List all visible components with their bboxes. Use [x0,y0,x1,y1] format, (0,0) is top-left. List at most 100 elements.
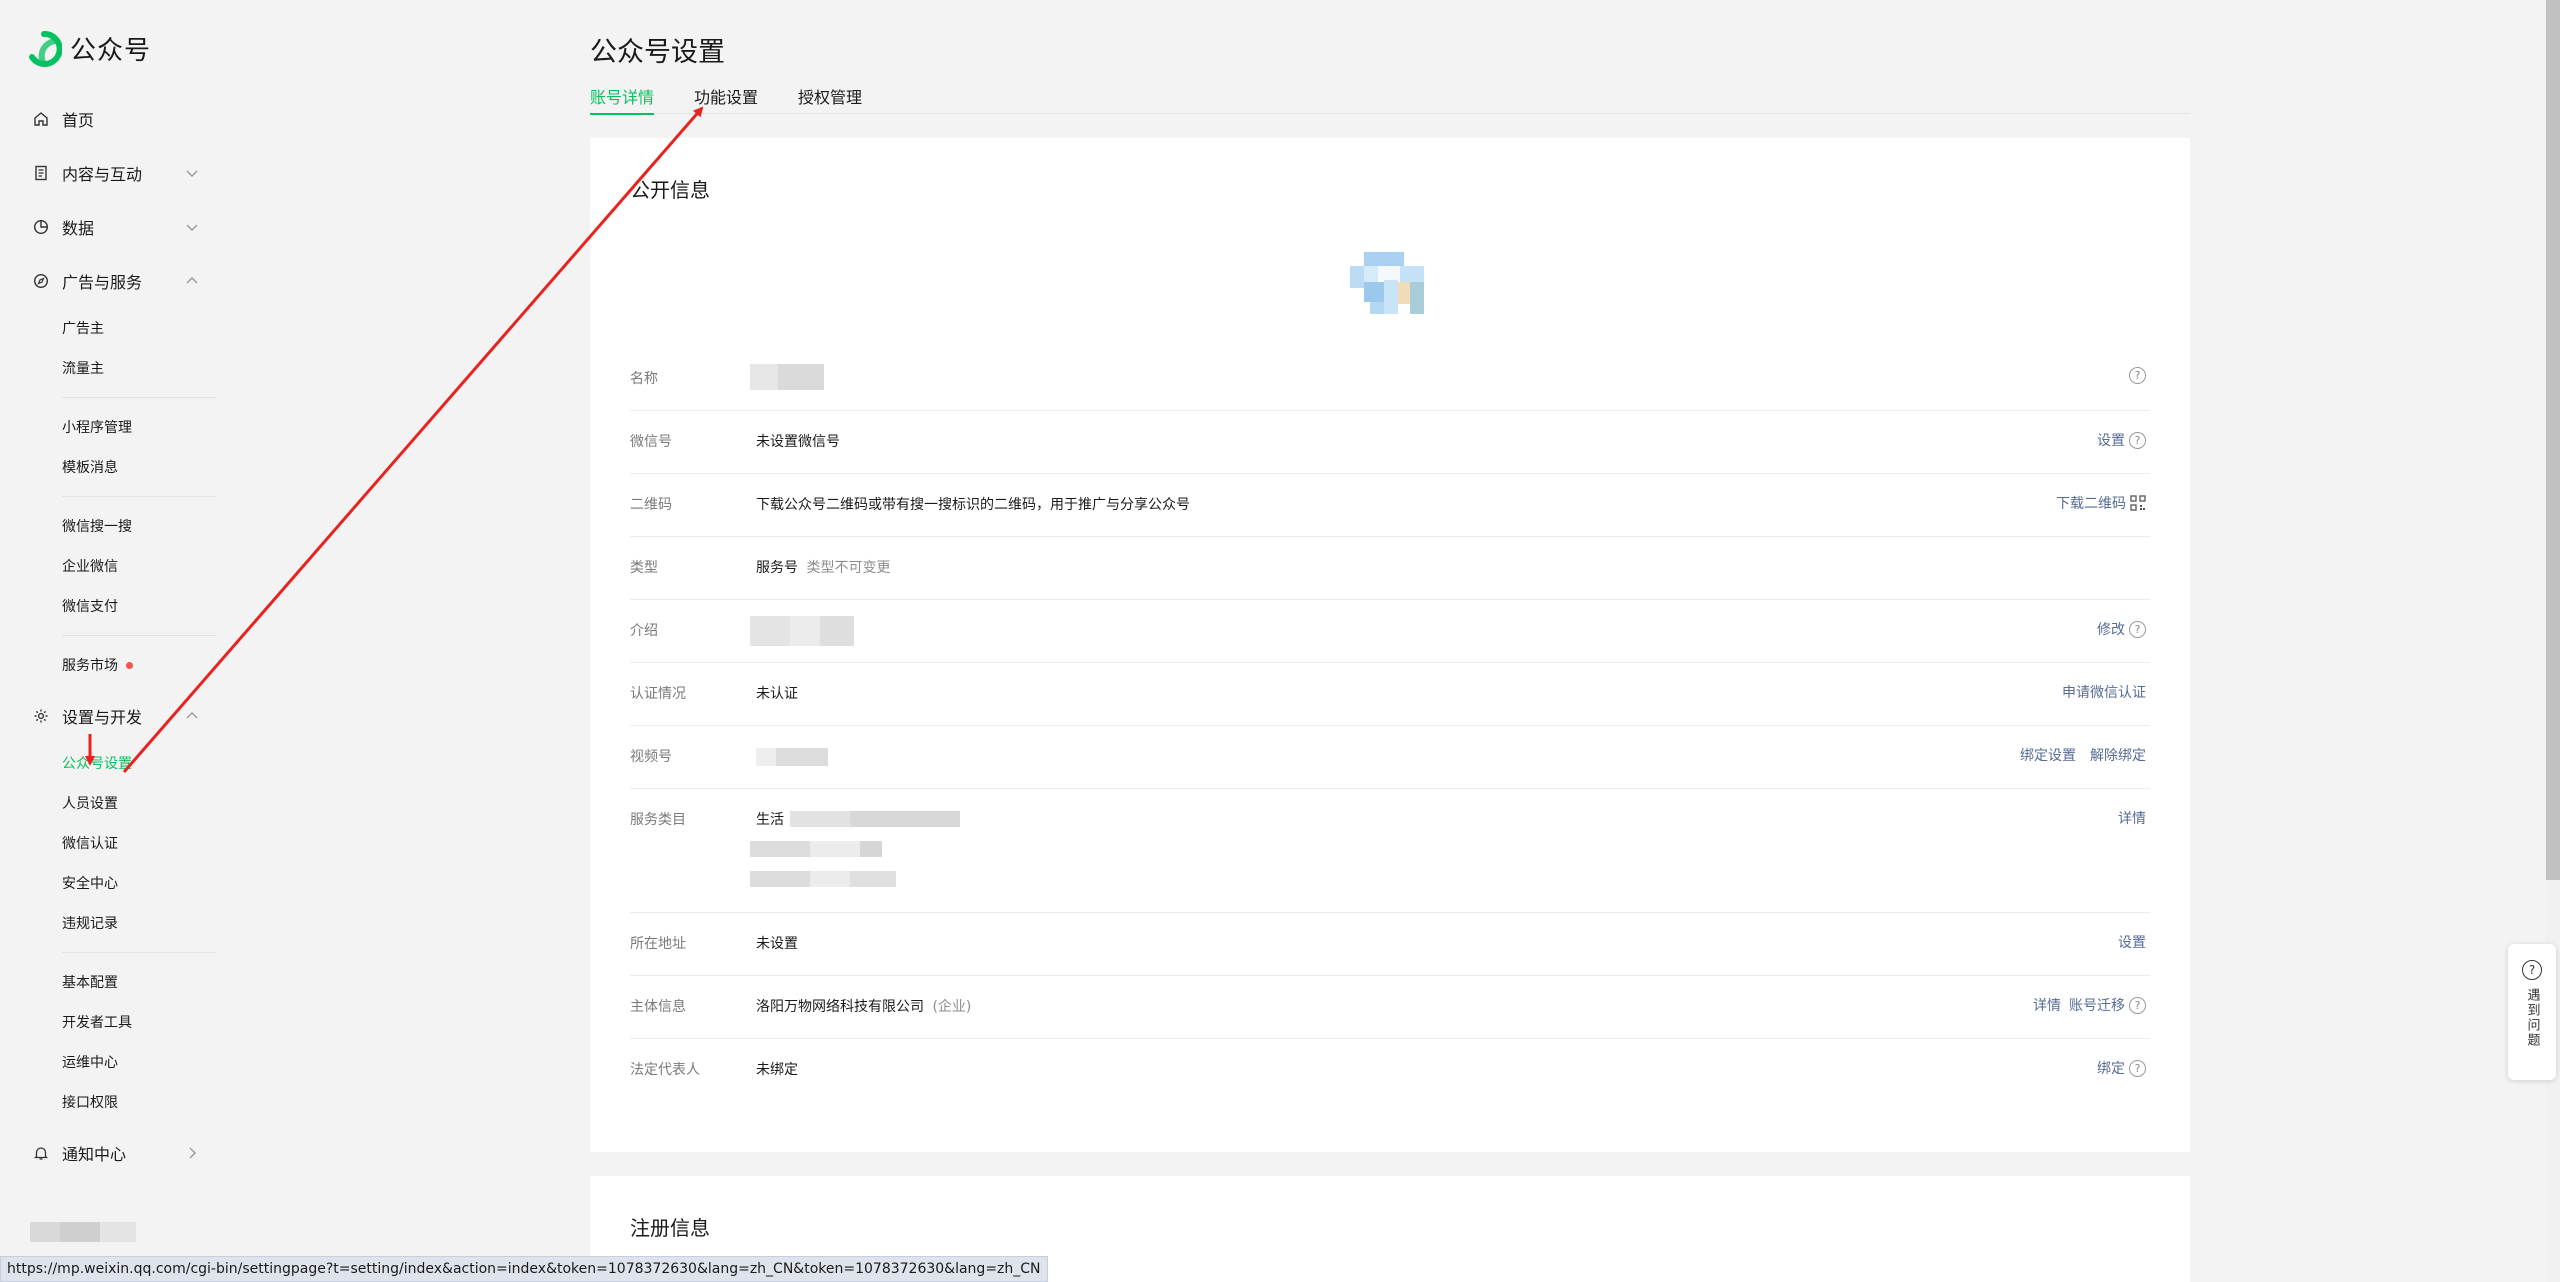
set-address-link[interactable]: 设置 [2118,932,2146,952]
page-title: 公众号设置 [590,37,725,68]
row-value: 未设置微信号 [756,434,840,450]
chevron-up-icon [186,277,198,284]
row-service-category: 服务类目 生活 详情 [630,789,2150,913]
sidebar-item-violation-records[interactable]: 违规记录 [0,903,236,943]
row-value: 下载公众号二维码或带有搜一搜标识的二维码，用于推广与分享公众号 [756,497,1190,513]
channels-unbind-link[interactable]: 解除绑定 [2090,745,2146,765]
bell-icon [32,1144,50,1162]
gear-icon [32,707,50,725]
sidebar-item-advertiser[interactable]: 广告主 [0,308,236,348]
sidebar-item-wechat-pay[interactable]: 微信支付 [0,586,236,626]
chevron-down-icon [186,224,198,231]
document-icon [32,164,50,182]
section-title: 注册信息 [630,1216,710,1240]
sidebar-item-data[interactable]: 数据 [0,200,236,254]
row-legal-rep: 法定代表人 未绑定 绑定 ? [630,1039,2150,1102]
row-label: 主体信息 [630,999,686,1015]
sidebar-item-dev-tools[interactable]: 开发者工具 [0,1002,236,1042]
type-note: 类型不可变更 [806,560,891,576]
sidebar-item-service-market[interactable]: 服务市场 [0,645,236,685]
sidebar-item-label: 通知中心 [62,1145,127,1164]
sidebar-item-label: 广告与服务 [62,273,143,292]
row-intro: 介绍 修改 ? [630,600,2150,663]
row-label: 介绍 [630,623,658,639]
tab-authorization[interactable]: 授权管理 [798,84,862,114]
sidebar-item-basic-config[interactable]: 基本配置 [0,962,236,1002]
sidebar: 公众号 首页 内容与互动 数据 广告与服务 广告主 流量主 小程序管理 模板消息… [0,0,236,1282]
scrollbar-thumb[interactable] [2546,0,2560,880]
sidebar-item-security-center[interactable]: 安全中心 [0,863,236,903]
edit-intro-link[interactable]: 修改 [2097,619,2125,639]
chevron-up-icon [186,712,198,719]
sidebar-item-home[interactable]: 首页 [0,92,236,146]
sidebar-item-label: 内容与互动 [62,165,143,184]
row-label: 视频号 [630,749,672,765]
help-float-button[interactable]: ? 遇到问题 [2508,944,2556,1080]
sidebar-item-publisher[interactable]: 流量主 [0,348,236,388]
divider [62,952,216,953]
row-verification: 认证情况 未认证 申请微信认证 [630,663,2150,726]
brand[interactable]: 公众号 [26,30,151,67]
download-qrcode-link[interactable]: 下载二维码 [2056,493,2126,513]
row-label: 名称 [630,371,658,387]
row-label: 二维码 [630,497,672,513]
sidebar-item-wechat-search[interactable]: 微信搜一搜 [0,506,236,546]
account-migration-link[interactable]: 账号迁移 [2069,995,2125,1015]
entity-details-link[interactable]: 详情 [2033,995,2061,1015]
sidebar-item-ads[interactable]: 广告与服务 [0,254,236,308]
bind-legal-rep-link[interactable]: 绑定 [2097,1058,2125,1078]
category-details-link[interactable]: 详情 [2118,808,2146,828]
sidebar-item-mini-program[interactable]: 小程序管理 [0,407,236,447]
apply-verification-link[interactable]: 申请微信认证 [2062,682,2146,702]
sidebar-item-account-settings[interactable]: 公众号设置 [0,743,236,783]
channels-value-blurred [756,748,828,770]
sidebar-item-template-message[interactable]: 模板消息 [0,447,236,487]
sidebar-item-api-permissions[interactable]: 接口权限 [0,1082,236,1122]
help-question-icon[interactable]: ? [2129,367,2146,384]
tab-account-details[interactable]: 账号详情 [590,84,655,115]
sidebar-item-notice[interactable]: 通知中心 [0,1126,236,1180]
row-label: 所在地址 [630,936,686,952]
row-label: 微信号 [630,434,672,450]
tab-feature-settings[interactable]: 功能设置 [694,84,758,114]
wechat-mp-logo-icon [29,30,62,67]
sidebar-item-ops-center[interactable]: 运维中心 [0,1042,236,1082]
chevron-right-icon [189,1147,196,1159]
chevron-down-icon [186,170,198,177]
sidebar-item-settings[interactable]: 设置与开发 [0,689,236,743]
help-question-icon[interactable]: ? [2129,431,2146,449]
divider [62,496,216,497]
account-avatar[interactable] [1350,252,1426,314]
row-value: 洛阳万物网络科技有限公司 (企业) [756,996,971,1016]
account-type: 服务号 [756,560,798,576]
row-name: 名称 ? [630,348,2150,411]
divider [62,397,216,398]
sidebar-item-content[interactable]: 内容与互动 [0,146,236,200]
intro-value-blurred [750,616,854,650]
row-wechat-id: 微信号 未设置微信号 设置 ? [630,411,2150,474]
row-label: 认证情况 [630,686,686,702]
row-type: 类型 服务号 类型不可变更 [630,537,2150,600]
sidebar-item-staff-settings[interactable]: 人员设置 [0,783,236,823]
info-rows: 名称 ? 微信号 未设置微信号 设置 ? 二维码 下载公众号二维码或带有搜一搜标… [630,348,2150,1102]
pie-chart-icon [32,218,50,236]
compass-icon [32,272,50,290]
sidebar-item-label: 数据 [62,219,95,238]
help-question-icon[interactable]: ? [2129,996,2146,1014]
category-value: 生活 [756,812,784,828]
help-label: 遇到问题 [2524,988,2540,1048]
user-account-blurred[interactable] [30,1222,136,1242]
help-question-icon[interactable]: ? [2129,620,2146,638]
sidebar-item-label: 首页 [62,111,95,130]
channels-bind-settings-link[interactable]: 绑定设置 [2020,745,2076,765]
sidebar-item-wechat-verify[interactable]: 微信认证 [0,823,236,863]
home-icon [32,110,50,128]
help-question-icon[interactable]: ? [2129,1059,2146,1077]
sidebar-item-work-wechat[interactable]: 企业微信 [0,546,236,586]
row-value: 未认证 [756,686,798,702]
name-value-blurred [750,364,824,394]
set-wechat-id-link[interactable]: 设置 [2097,430,2125,450]
qrcode-icon[interactable] [2130,495,2146,511]
row-qrcode: 二维码 下载公众号二维码或带有搜一搜标识的二维码，用于推广与分享公众号 下载二维… [630,474,2150,537]
tab-bar: 账号详情 功能设置 授权管理 [590,84,2190,115]
